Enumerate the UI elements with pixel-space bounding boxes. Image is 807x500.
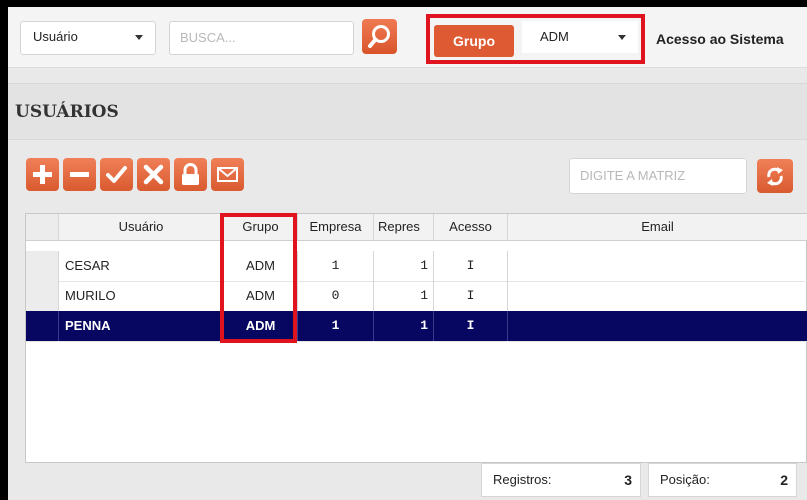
page-title: USUÁRIOS (15, 102, 119, 122)
search-button[interactable] (362, 19, 397, 54)
highlight-box-grupo-column (220, 213, 297, 343)
row-selector[interactable] (26, 311, 59, 341)
refresh-icon (767, 167, 783, 186)
cell-empresa: 1 (298, 251, 374, 281)
highlight-box-group (426, 14, 645, 64)
panel-header (8, 83, 807, 140)
cell-email (508, 311, 807, 341)
cancel-icon (143, 164, 164, 185)
mail-icon (217, 167, 238, 182)
position-indicator: Posição: 2 (648, 463, 797, 497)
column-header-repres[interactable]: Repres (374, 214, 434, 240)
row-selector-header (26, 214, 59, 240)
column-header-usuario[interactable]: Usuário (59, 214, 224, 240)
cell-acesso: I (434, 281, 508, 311)
table-row[interactable]: CESAR ADM 1 1 I (26, 251, 807, 282)
cell-usuario: CESAR (59, 251, 224, 281)
column-header-email[interactable]: Email (508, 214, 807, 240)
field-select-value: Usuário (33, 29, 78, 44)
mail-button[interactable] (211, 158, 244, 191)
cell-repres: 1 (374, 251, 434, 281)
position-value: 2 (780, 472, 788, 488)
lock-icon (182, 163, 199, 185)
access-label: Acesso ao Sistema (656, 31, 784, 47)
add-button[interactable] (26, 158, 59, 191)
divider (8, 67, 807, 68)
app-window: Usuário BUSCA... Grupo ADM Acesso ao Sis… (8, 7, 807, 500)
records-count: Registros: 3 (481, 463, 641, 497)
search-input[interactable]: BUSCA... (169, 21, 354, 55)
matrix-input[interactable]: DIGITE A MATRIZ (569, 158, 747, 194)
row-selector[interactable] (26, 251, 59, 281)
position-label: Posição: (660, 472, 710, 487)
field-select[interactable]: Usuário (20, 21, 156, 55)
cell-empresa: 1 (298, 311, 374, 341)
top-toolbar: Usuário BUSCA... Grupo ADM Acesso ao Sis… (8, 7, 807, 67)
cell-usuario: MURILO (59, 281, 224, 311)
cell-repres: 1 (374, 311, 434, 341)
records-label: Registros: (493, 472, 552, 487)
add-icon (33, 165, 52, 184)
table-header: Usuário Grupo Empresa Repres Acesso Emai… (26, 214, 807, 241)
cell-repres: 1 (374, 281, 434, 311)
table-row[interactable]: MURILO ADM 0 1 I (26, 281, 807, 312)
cell-empresa: 0 (298, 281, 374, 311)
check-icon (106, 166, 127, 183)
records-value: 3 (624, 472, 632, 488)
lock-button[interactable] (174, 158, 207, 191)
chevron-down-icon (135, 35, 143, 40)
confirm-button[interactable] (100, 158, 133, 191)
remove-button[interactable] (63, 158, 96, 191)
column-header-empresa[interactable]: Empresa (298, 214, 374, 240)
row-selector[interactable] (26, 281, 59, 311)
cell-acesso: I (434, 251, 508, 281)
table-row-selected[interactable]: PENNA ADM 1 1 I (26, 311, 807, 342)
cell-usuario: PENNA (59, 311, 224, 341)
refresh-button[interactable] (757, 159, 793, 193)
cell-email (508, 281, 807, 311)
search-icon (368, 25, 390, 48)
users-table: Usuário Grupo Empresa Repres Acesso Emai… (25, 213, 807, 463)
cancel-button[interactable] (137, 158, 170, 191)
remove-icon (70, 172, 89, 177)
cell-email (508, 251, 807, 281)
column-header-acesso[interactable]: Acesso (434, 214, 508, 240)
cell-acesso: I (434, 311, 508, 341)
